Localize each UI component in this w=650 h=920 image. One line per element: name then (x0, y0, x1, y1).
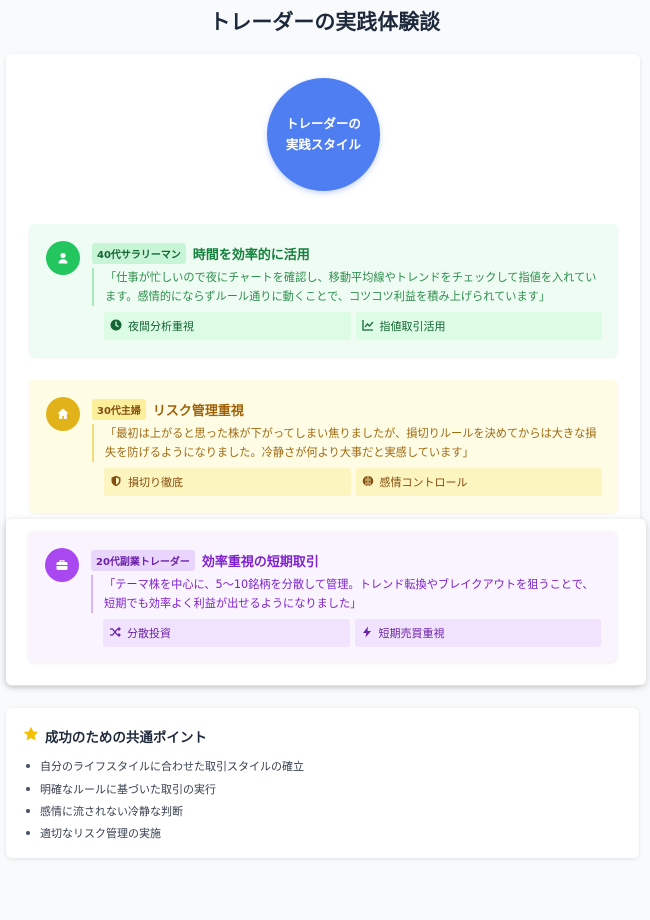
story-quote: 「最初は上がると思った株が下がってしまい焦りましたが、損切りルールを決めてからは… (92, 424, 602, 463)
tag-label: 分散投資 (127, 627, 171, 640)
list-item: 適切なリスク管理の実施 (26, 822, 304, 844)
story-badge: 30代主婦 (92, 399, 146, 420)
story-title: リスク管理重視 (152, 404, 244, 419)
shuffle-icon (109, 626, 127, 641)
tag-label: 感情コントロール (379, 476, 468, 489)
tag-limit-order: 指値取引活用 (355, 312, 602, 340)
story-title: 効率重視の短期取引 (201, 555, 319, 570)
tag-short-term: 短期売買重視 (354, 619, 601, 647)
tag-label: 損切り徹底 (128, 476, 183, 489)
hero-line-1: トレーダーの (285, 115, 361, 131)
tag-emotion-control: 感情コントロール (355, 468, 602, 496)
story-card-housewife: 30代主婦 リスク管理重視 「最初は上がると思った株が下がってしまい焦りましたが… (29, 380, 618, 513)
points-title: 成功のための共通ポイント (45, 730, 207, 746)
tag-label: 指値取引活用 (379, 320, 446, 333)
tag-label: 夜間分析重視 (128, 320, 194, 333)
story-quote: 「テーマ株を中心に、5〜10銘柄を分散して管理。トレンド転換やブレイクアウトを狙… (91, 575, 601, 614)
shield-icon (110, 475, 128, 490)
story-card-side-trader: 20代副業トレーダー 効率重視の短期取引 「テーマ株を中心に、5〜10銘柄を分散… (28, 531, 617, 662)
story-badge: 40代サラリーマン (92, 243, 186, 264)
chart-line-icon (361, 319, 380, 334)
hero-line-2: 実践スタイル (285, 136, 361, 152)
user-icon (46, 241, 80, 275)
story-title: 時間を効率的に活用 (192, 248, 310, 263)
clock-icon (110, 319, 128, 334)
story-card-salaryman: 40代サラリーマン 時間を効率的に活用 「仕事が忙しいので夜にチャートを確認し、… (29, 224, 618, 357)
page-title: トレーダーの実践体験談 (209, 10, 441, 34)
star-icon (23, 726, 39, 746)
success-points-card: 成功のための共通ポイント 自分のライフスタイルに合わせた取引スタイルの確立 明確… (6, 708, 639, 858)
list-item: 明確なルールに基づいた取引の実行 (26, 777, 304, 799)
tag-night-analysis: 夜間分析重視 (104, 312, 351, 340)
brain-icon (362, 475, 380, 490)
briefcase-icon (45, 548, 79, 582)
tag-stop-loss: 損切り徹底 (104, 468, 351, 496)
bolt-icon (361, 626, 379, 641)
tag-diversification: 分散投資 (103, 619, 350, 647)
list-item: 自分のライフスタイルに合わせた取引スタイルの確立 (26, 755, 304, 777)
story-badge: 20代副業トレーダー (91, 550, 195, 571)
list-item: 感情に流されない冷静な判断 (26, 800, 304, 822)
home-icon (46, 397, 80, 431)
hero-circle: トレーダーの 実践スタイル (267, 78, 380, 191)
tag-label: 短期売買重視 (378, 627, 445, 640)
points-list: 自分のライフスタイルに合わせた取引スタイルの確立 明確なルールに基づいた取引の実… (26, 755, 304, 845)
story-quote: 「仕事が忙しいので夜にチャートを確認し、移動平均線やトレンドをチェックして指値を… (92, 268, 602, 307)
